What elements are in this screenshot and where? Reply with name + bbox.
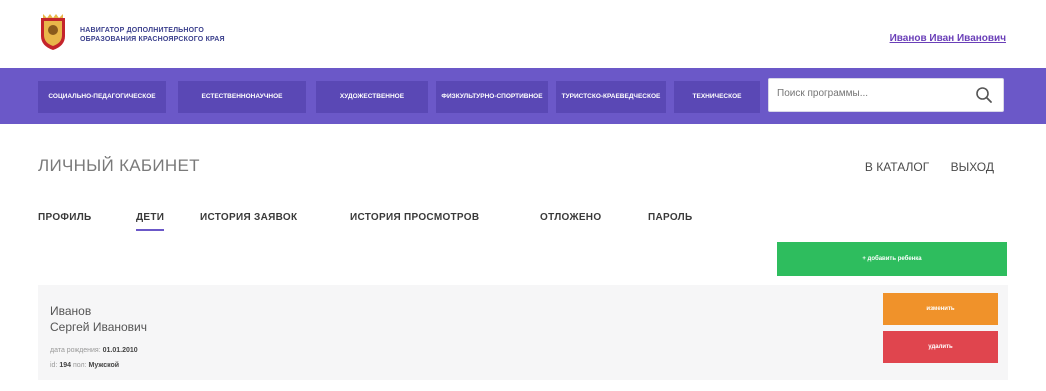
child-birth-date: дата рождения: 01.01.2010 [50, 347, 138, 354]
id-label: id: [50, 362, 58, 369]
nav-item-art[interactable]: Художественное [316, 81, 428, 113]
search-input[interactable] [777, 88, 967, 99]
birth-date-value: 01.01.2010 [102, 347, 138, 354]
child-name: Иванов Сергей Иванович [50, 303, 147, 335]
user-profile-link[interactable]: Иванов Иван Иванович [890, 33, 1006, 44]
brand-line-1: Навигатор дополнительного [80, 27, 205, 34]
add-child-button[interactable]: + добавить ребенка [777, 242, 1007, 276]
program-search[interactable] [768, 78, 1004, 112]
gender-value: Мужской [88, 362, 120, 369]
id-value: 194 [59, 362, 72, 369]
coat-of-arms-logo[interactable] [38, 12, 68, 52]
nav-item-tourism[interactable]: Туристско-краеведческое [556, 81, 666, 113]
child-first-middle-name: Сергей Иванович [50, 320, 148, 334]
nav-item-technical[interactable]: Техническое [674, 81, 760, 113]
site-header: Навигатор дополнительного образования Кр… [0, 0, 1046, 68]
tab-view-history[interactable]: ИСТОРИЯ ПРОСМОТРОВ [350, 212, 479, 223]
catalog-link[interactable]: В КАТАЛОГ [865, 160, 929, 174]
tab-application-history[interactable]: ИСТОРИЯ ЗАЯВОК [200, 212, 297, 223]
logout-link[interactable]: ВЫХОД [951, 160, 994, 174]
tab-children[interactable]: ДЕТИ [136, 212, 165, 231]
delete-child-button[interactable]: удалить [883, 331, 998, 363]
top-links: В КАТАЛОГ ВЫХОД [847, 160, 994, 174]
search-icon[interactable] [975, 86, 993, 104]
brand-title[interactable]: Навигатор дополнительного образования Кр… [80, 26, 300, 44]
birth-date-label: дата рождения: [50, 347, 101, 354]
tab-password[interactable]: ПАРОЛЬ [648, 212, 692, 223]
tab-postponed[interactable]: ОТЛОЖЕНО [540, 212, 601, 223]
nav-item-social-pedagogical[interactable]: Социально-педагогическое [38, 81, 166, 113]
nav-item-natural-science[interactable]: Естественнонаучное [178, 81, 306, 113]
tab-profile[interactable]: ПРОФИЛЬ [38, 212, 92, 223]
child-last-name: Иванов [50, 304, 92, 318]
page-title: ЛИЧНЫЙ КАБИНЕТ [38, 156, 200, 175]
edit-child-button[interactable]: изменить [883, 293, 998, 325]
nav-item-sports[interactable]: Физкультурно-спортивное [436, 81, 548, 113]
brand-line-2: образования Красноярского края [80, 36, 225, 43]
child-id-gender: id: 194 пол: Мужской [50, 362, 119, 369]
child-card: Иванов Сергей Иванович дата рождения: 01… [38, 285, 1008, 380]
gender-label: пол: [73, 362, 87, 369]
